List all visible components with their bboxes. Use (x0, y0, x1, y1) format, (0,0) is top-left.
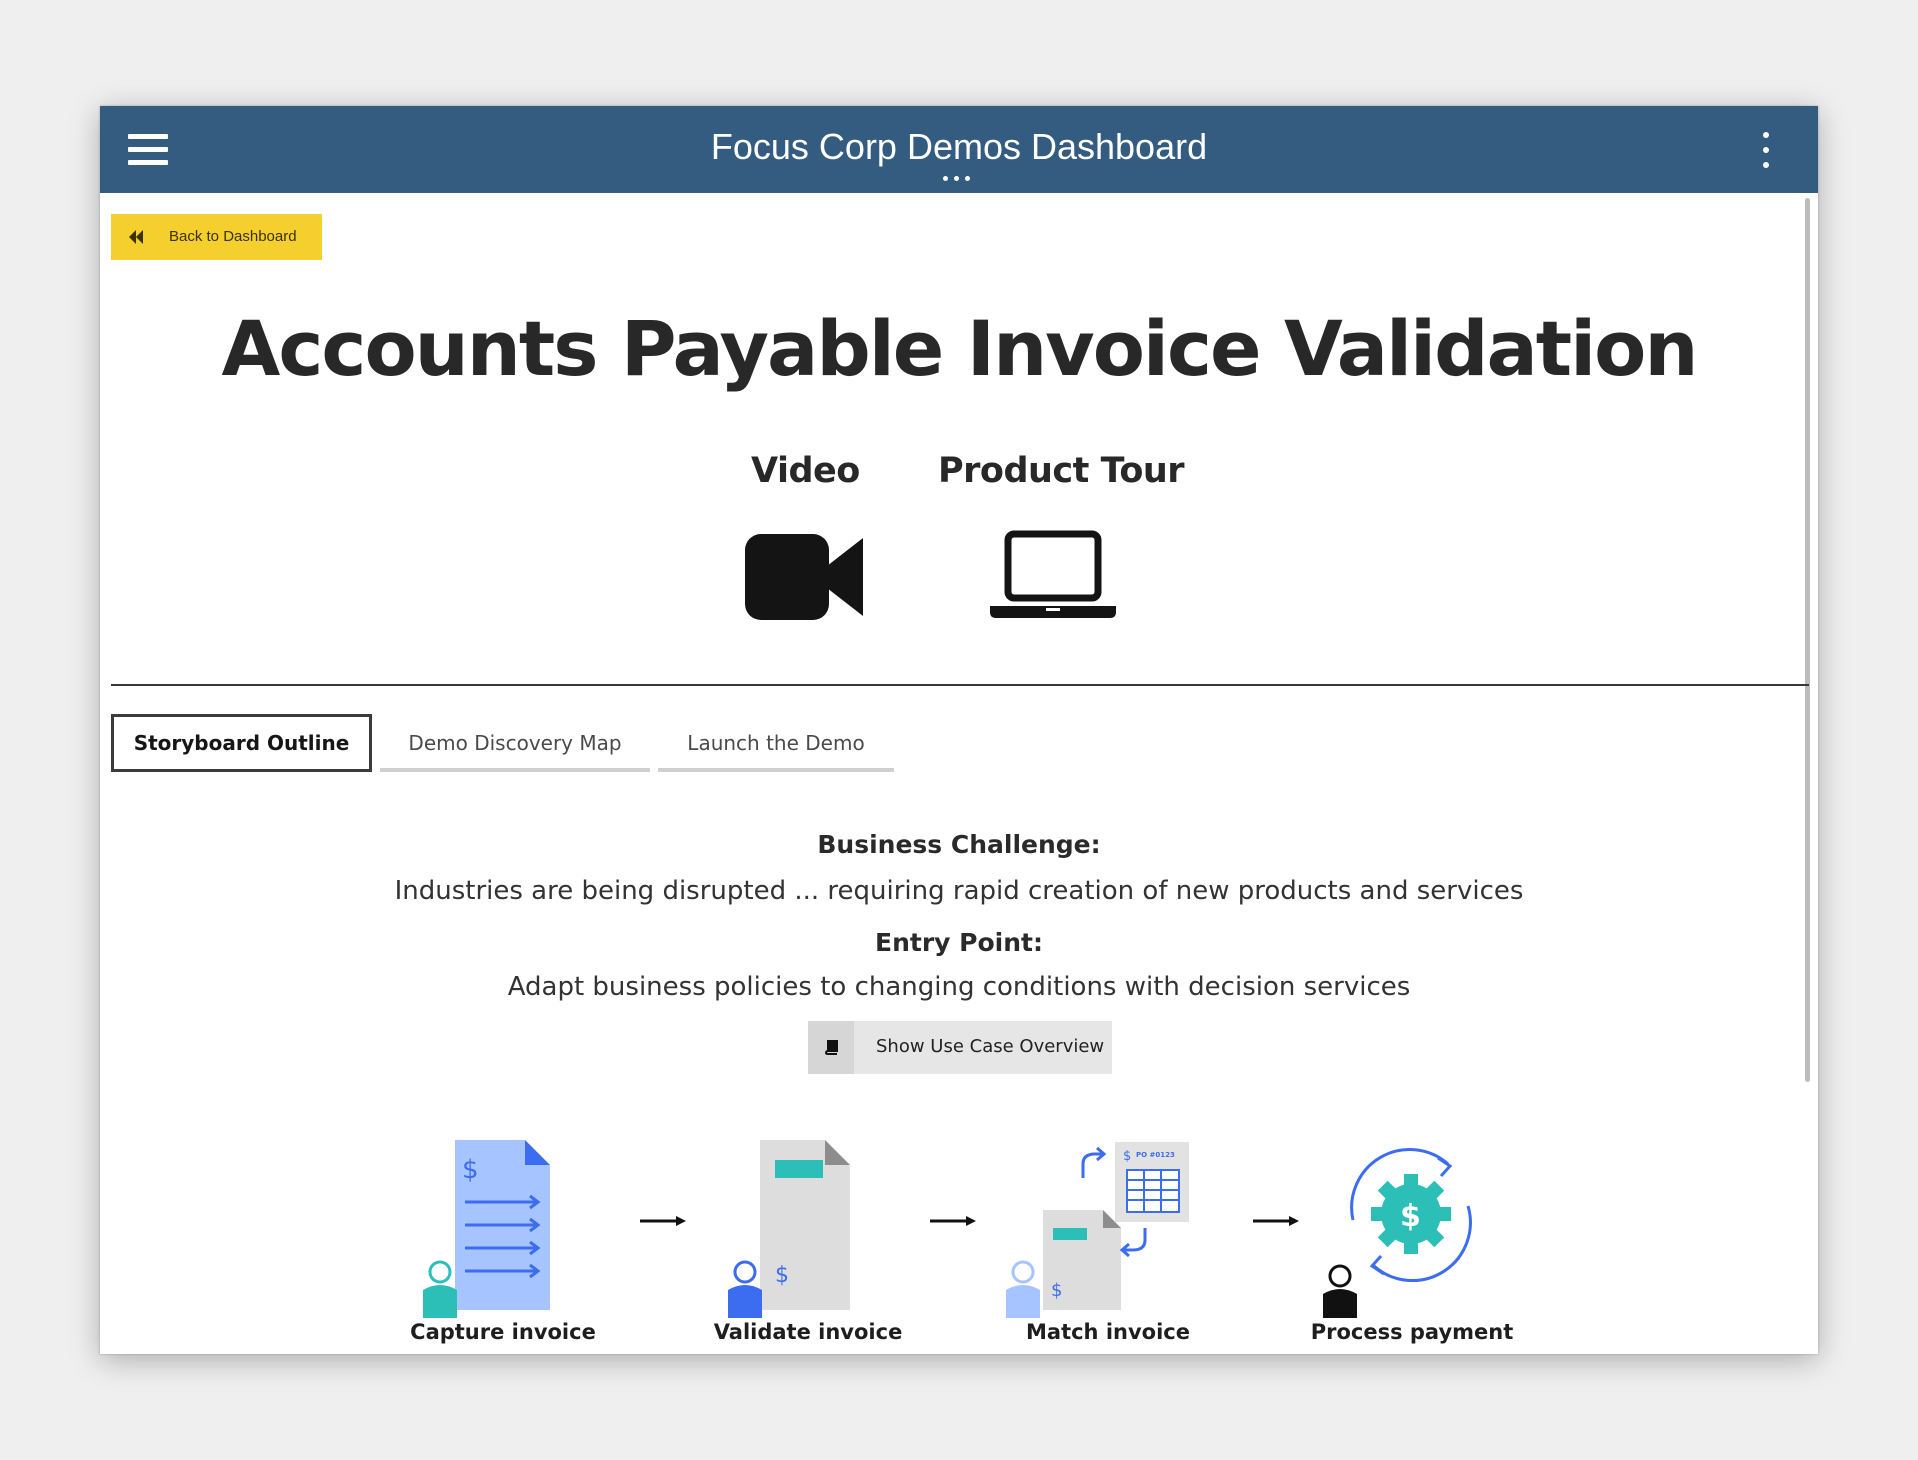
tab-storyboard-outline[interactable]: Storyboard Outline (111, 714, 372, 772)
entry-point-heading: Entry Point: (875, 928, 1043, 957)
rewind-icon (129, 230, 143, 244)
drag-handle-icon[interactable] (943, 176, 973, 182)
book-icon (824, 1040, 838, 1055)
tab-demo-discovery-map[interactable]: Demo Discovery Map (380, 714, 650, 772)
svg-text:$: $ (1123, 1149, 1131, 1164)
svg-text:$: $ (1400, 1199, 1421, 1234)
show-use-case-overview-label: Show Use Case Overview (876, 1036, 1105, 1057)
tab-launch-the-demo[interactable]: Launch the Demo (658, 714, 894, 772)
back-to-dashboard-button[interactable]: Back to Dashboard (111, 214, 322, 260)
step-match-invoice-label: Match invoice (1026, 1320, 1190, 1344)
show-use-case-overview-button[interactable]: Show Use Case Overview (808, 1021, 1112, 1074)
dollar-sign-icon: $ (462, 1155, 479, 1185)
overview-button-icon-cell (808, 1021, 854, 1074)
capture-invoice-illustration: $ (423, 1140, 550, 1318)
video-camera-icon[interactable] (745, 534, 865, 620)
dollar-sign-icon: $ (775, 1263, 789, 1288)
business-challenge-heading: Business Challenge: (817, 830, 1101, 859)
gear-icon: $ (1371, 1174, 1451, 1254)
flow-arrow-icon (640, 1216, 686, 1226)
entry-point-text: Adapt business policies to changing cond… (507, 972, 1411, 1002)
top-bar: Focus Corp Demos Dashboard (100, 106, 1818, 193)
flow-arrow-icon (930, 1216, 976, 1226)
back-to-dashboard-label: Back to Dashboard (169, 228, 297, 245)
page-title: Accounts Payable Invoice Validation (221, 304, 1699, 393)
validate-invoice-illustration: $ (728, 1140, 850, 1318)
laptop-icon[interactable] (988, 530, 1118, 622)
step-validate-invoice-label: Validate invoice (713, 1320, 903, 1344)
business-challenge-text: Industries are being disrupted ... requi… (394, 876, 1524, 906)
app-window: Focus Corp Demos Dashboard Back to Dashb… (100, 106, 1818, 1354)
step-capture-invoice-label: Capture invoice (410, 1320, 596, 1344)
more-options-icon[interactable] (1760, 132, 1772, 170)
app-title: Focus Corp Demos Dashboard (710, 126, 1208, 167)
process-payment-illustration: $ (1323, 1148, 1472, 1318)
step-process-payment-label: Process payment (1310, 1320, 1514, 1344)
po-number-text: PO #0123 (1136, 1151, 1175, 1159)
match-invoice-illustration: $ $ PO #0123 (1006, 1142, 1189, 1318)
flow-arrow-icon (1253, 1216, 1299, 1226)
dollar-sign-icon: $ (1051, 1280, 1062, 1301)
video-label: Video (751, 451, 860, 491)
section-divider (111, 684, 1809, 686)
product-tour-label: Product Tour (938, 451, 1185, 491)
